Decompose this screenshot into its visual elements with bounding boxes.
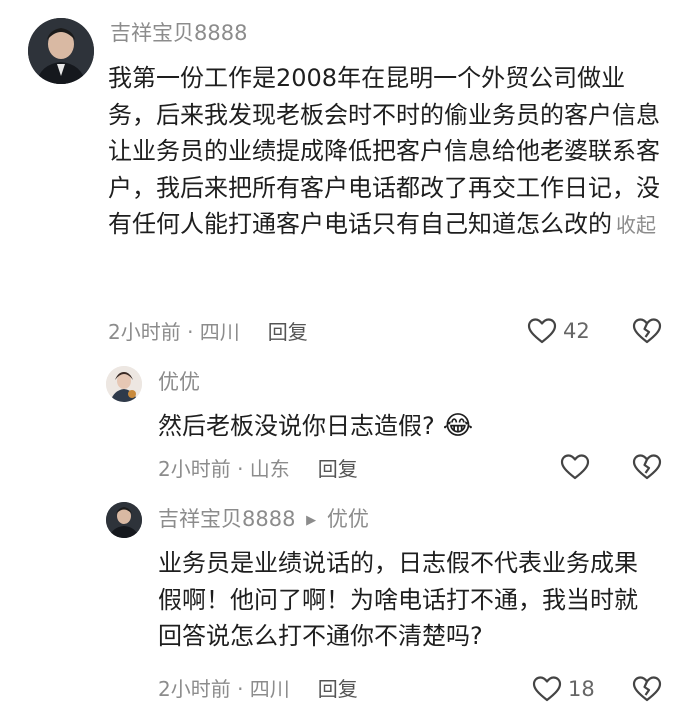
reply-button[interactable]: 回复 [318,677,358,701]
comment-meta-row: 2小时前 · 四川 回复 [108,319,308,345]
reply-body: 然后老板没说你日志造假? [158,412,435,440]
dislike-button[interactable] [632,453,662,481]
dislike-button[interactable] [632,675,662,703]
reply-avatar[interactable] [106,502,142,538]
heart-icon [527,318,557,344]
reply-text: 然后老板没说你日志造假? 😂 [158,408,473,445]
like-button[interactable] [560,453,590,481]
reply-avatar[interactable] [106,366,142,402]
reply-text: 业务员是业绩说话的，日志假不代表业务成果假啊！他问了啊！为啥电话打不通，我当时就… [158,549,638,650]
reply-username[interactable]: 优优 [158,369,200,395]
timestamp-location: 2小时前 · 四川 [158,677,290,701]
reply-meta-row: 2小时前 · 四川 回复 [158,676,358,702]
like-button[interactable]: 42 [527,316,597,346]
reply-button[interactable]: 回复 [268,320,308,344]
broken-heart-icon [632,454,662,480]
broken-heart-icon [632,318,662,344]
timestamp-location: 2小时前 · 四川 [108,320,240,344]
heart-icon [532,676,562,702]
comment-body: 我第一份工作是2008年在昆明一个外贸公司做业务，后来我发现老板会时不时的偷业务… [108,64,660,238]
reply-to-username[interactable]: 优优 [327,507,369,531]
dislike-button[interactable] [632,317,662,345]
reply-username-row: 吉祥宝贝8888 ▶ 优优 [158,506,369,536]
collapse-link[interactable]: 收起 [616,213,656,237]
reply-meta-row: 2小时前 · 山东 回复 [158,456,358,482]
like-count: 42 [563,319,590,343]
like-count: 18 [568,677,595,701]
username[interactable]: 吉祥宝贝8888 [110,20,247,46]
reply-to-arrow-icon: ▶ [306,513,317,528]
like-button[interactable]: 18 [532,674,602,704]
avatar[interactable] [28,18,94,84]
reply-username[interactable]: 吉祥宝贝8888 [158,507,295,531]
comment-text: 我第一份工作是2008年在昆明一个外贸公司做业务，后来我发现老板会时不时的偷业务… [108,60,663,244]
timestamp-location: 2小时前 · 山东 [158,457,290,481]
heart-icon [560,454,590,480]
laughing-emoji: 😂 [442,411,474,441]
broken-heart-icon [632,676,662,702]
reply-button[interactable]: 回复 [318,457,358,481]
